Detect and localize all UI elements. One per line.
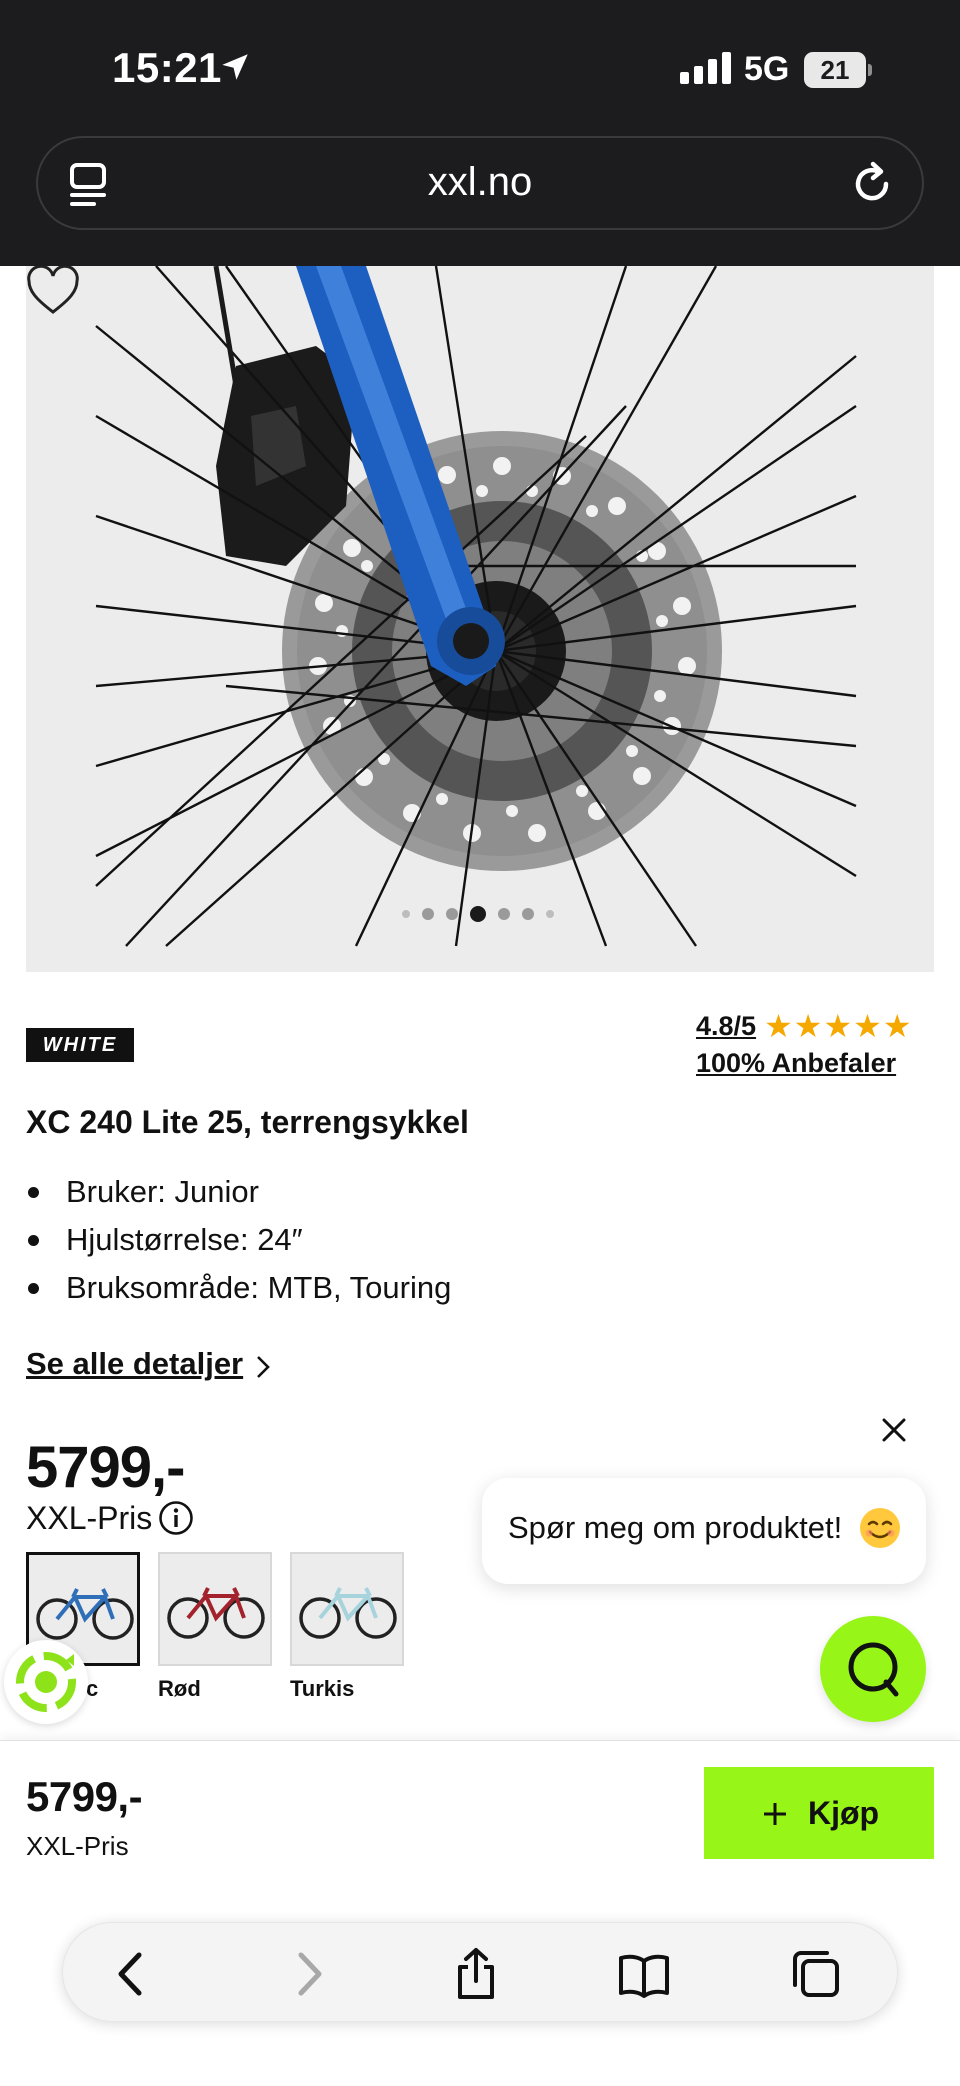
- browser-top-bar: 15:21 5G 21 xxl.no: [0, 0, 960, 266]
- rating-stars-icon: ★★★★★: [764, 1008, 913, 1044]
- buy-button[interactable]: Kjøp: [704, 1767, 934, 1859]
- battery-icon: 21: [804, 52, 872, 88]
- back-icon[interactable]: [105, 1947, 159, 2001]
- chat-open-button[interactable]: [820, 1616, 926, 1722]
- feature-item: Bruksområde: MTB, Touring: [26, 1264, 451, 1312]
- buy-button-label[interactable]: Kjøp: [808, 1795, 879, 1832]
- reload-icon[interactable]: [848, 160, 896, 208]
- bookmarks-icon[interactable]: [617, 1947, 671, 2001]
- buybar-price: 5799,-: [26, 1773, 143, 1820]
- status-time: 15:21: [112, 44, 222, 91]
- carousel-dot[interactable]: [546, 910, 554, 918]
- recommend-percentage[interactable]: 100% Anbefaler: [696, 1048, 896, 1079]
- recycle-icon: [16, 1652, 76, 1712]
- tabs-overview-icon[interactable]: [789, 1947, 843, 2001]
- smiley-icon: [860, 1508, 900, 1548]
- chevron-right-icon: [257, 1356, 270, 1378]
- bike-wheel-photo: [26, 266, 934, 972]
- share-icon[interactable]: [449, 1947, 503, 2001]
- chat-prompt-bubble[interactable]: Spør meg om produktet!: [482, 1478, 926, 1584]
- variant-red[interactable]: [158, 1552, 272, 1666]
- chat-prompt-text[interactable]: Spør meg om produktet!: [508, 1510, 842, 1546]
- buybar-price-label: XXL-Pris: [26, 1831, 129, 1861]
- forward-icon[interactable]: [281, 1947, 335, 2001]
- price-label: XXL-Pris: [26, 1500, 153, 1536]
- product-image[interactable]: [26, 266, 934, 972]
- plus-icon: [764, 1803, 786, 1825]
- carousel-dot[interactable]: [422, 908, 434, 920]
- browser-bottom-toolbar: [62, 1922, 898, 2022]
- bike-thumbnail: [167, 1587, 265, 1639]
- feature-item: Hjulstørrelse: 24″: [26, 1216, 451, 1264]
- network-type: 5G: [744, 50, 790, 88]
- carousel-dot[interactable]: [402, 910, 410, 918]
- carousel-dot-active[interactable]: [470, 906, 486, 922]
- rating-row[interactable]: 4.8/5 ★★★★★: [696, 1010, 913, 1042]
- bike-thumbnail: [299, 1587, 397, 1639]
- brand-logo[interactable]: WHITE: [26, 1028, 134, 1062]
- variant-turquoise[interactable]: [290, 1552, 404, 1666]
- variant-label[interactable]: Turkis: [290, 1676, 354, 1702]
- close-icon[interactable]: [876, 1412, 912, 1448]
- favorite-heart-icon[interactable]: [26, 266, 80, 316]
- rating-score[interactable]: 4.8/5: [696, 1011, 756, 1042]
- url-text[interactable]: xxl.no: [38, 160, 922, 205]
- variant-label[interactable]: Rød: [158, 1676, 201, 1702]
- carousel-dot[interactable]: [446, 908, 458, 920]
- eco-badge[interactable]: [4, 1640, 88, 1724]
- carousel-indicator[interactable]: [402, 906, 554, 922]
- battery-level: 21: [804, 52, 866, 88]
- product-title: XC 240 Lite 25, terrengsykkel: [26, 1104, 469, 1140]
- carousel-dot[interactable]: [498, 908, 510, 920]
- info-icon[interactable]: [158, 1500, 194, 1536]
- feature-item: Bruker: Junior: [26, 1168, 451, 1216]
- chat-bubble-icon: [848, 1642, 899, 1697]
- feature-list: Bruker: Junior Hjulstørrelse: 24″ Brukso…: [26, 1168, 451, 1312]
- product-price: 5799,-: [26, 1435, 185, 1500]
- bike-thumbnail: [36, 1588, 134, 1640]
- address-bar[interactable]: xxl.no: [36, 136, 924, 230]
- location-arrow-icon: [222, 54, 248, 80]
- cellular-signal-icon: [680, 52, 731, 84]
- carousel-dot[interactable]: [522, 908, 534, 920]
- see-all-details-link[interactable]: Se alle detaljer: [26, 1346, 243, 1382]
- sticky-buy-bar: 5799,- XXL-Pris Kjøp: [0, 1740, 960, 2086]
